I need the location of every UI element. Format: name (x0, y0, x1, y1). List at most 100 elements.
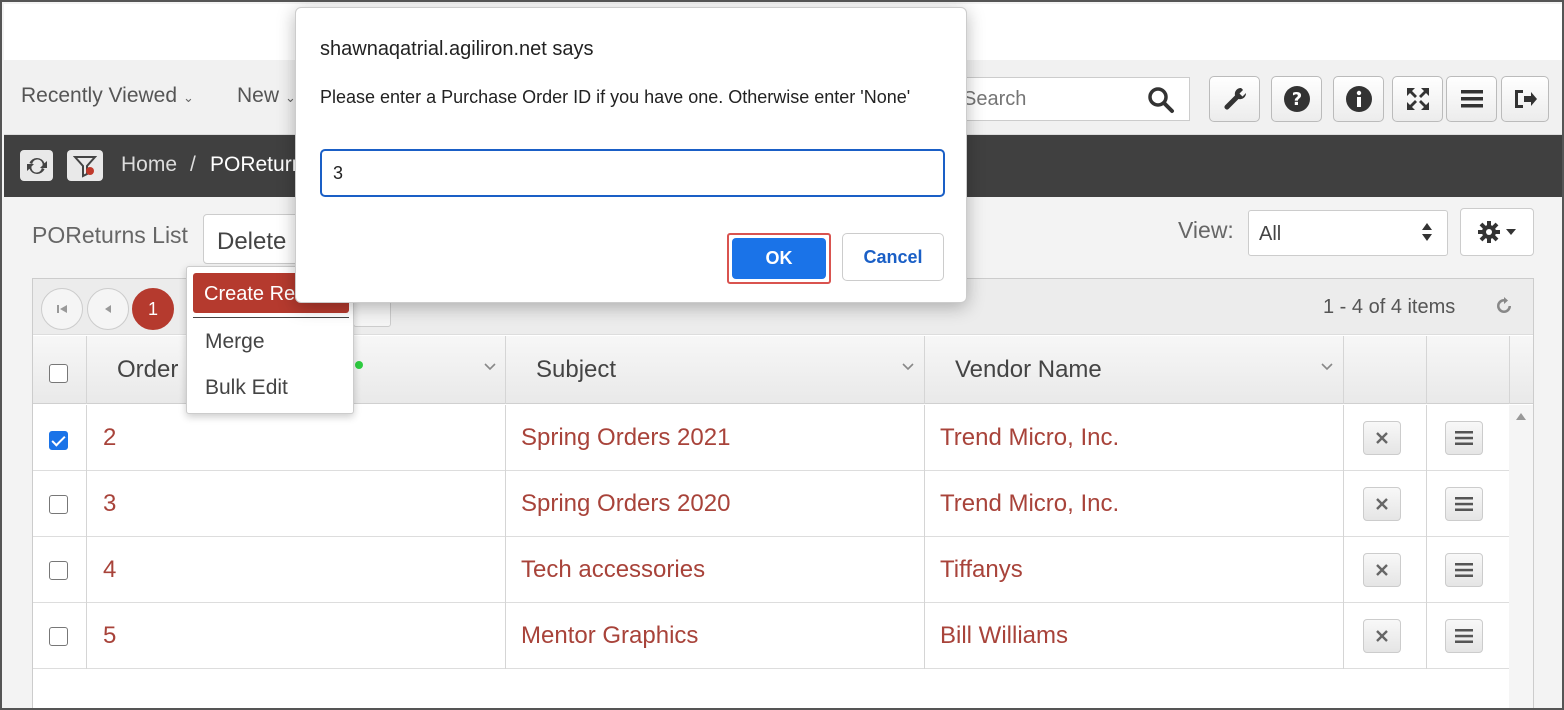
chevron-down-icon[interactable] (901, 362, 915, 372)
prev-page-button[interactable] (87, 288, 129, 330)
column-divider (86, 336, 87, 404)
search-icon[interactable] (1147, 86, 1175, 114)
chevron-down-icon[interactable] (483, 362, 497, 372)
dialog-message: Please enter a Purchase Order ID if you … (320, 87, 911, 107)
column-divider (505, 405, 506, 471)
table-row[interactable]: 4 Tech accessories Tiffanys (33, 537, 1509, 603)
row-menu-button[interactable] (1445, 487, 1483, 521)
grid-settings-button[interactable] (1460, 208, 1534, 256)
chevron-down-icon[interactable] (1320, 362, 1334, 372)
row-checkbox[interactable] (49, 431, 68, 450)
logout-button[interactable] (1501, 76, 1549, 122)
bulk-edit-menu-item[interactable]: Bulk Edit (205, 376, 288, 400)
subject-link[interactable]: Spring Orders 2021 (521, 424, 730, 452)
main-menu-button[interactable] (1446, 76, 1497, 122)
column-divider (924, 336, 925, 404)
svg-text:?: ? (1291, 89, 1301, 110)
help-button[interactable]: ? (1271, 76, 1322, 122)
view-label: View: (1178, 217, 1234, 243)
delete-row-button[interactable] (1363, 487, 1401, 521)
cancel-button[interactable]: Cancel (842, 233, 944, 281)
grid-refresh-icon[interactable] (1493, 295, 1515, 317)
ok-button[interactable]: OK (732, 238, 826, 279)
subject-link[interactable]: Mentor Graphics (521, 622, 698, 650)
view-select[interactable]: All (1248, 210, 1448, 256)
refresh-icon (26, 157, 47, 174)
gear-icon (1478, 221, 1500, 243)
subject-link[interactable]: Spring Orders 2020 (521, 490, 730, 518)
select-all-checkbox[interactable] (49, 364, 68, 383)
row-menu-button[interactable] (1445, 421, 1483, 455)
recently-viewed-label: Recently Viewed (21, 84, 178, 107)
first-page-button[interactable] (41, 288, 83, 330)
order-link[interactable]: 3 (103, 490, 116, 518)
purchase-order-id-input[interactable] (320, 149, 945, 197)
close-icon (1376, 630, 1388, 642)
column-divider (924, 537, 925, 603)
column-divider (86, 537, 87, 603)
search-input[interactable] (963, 87, 1143, 111)
refresh-button[interactable] (20, 150, 53, 181)
order-link[interactable]: 4 (103, 556, 116, 584)
vendor-link[interactable]: Trend Micro, Inc. (940, 490, 1119, 518)
column-divider (1343, 537, 1344, 603)
new-menu[interactable]: New ⌄ (237, 84, 296, 108)
column-divider (1426, 537, 1427, 603)
app-window: Recently Viewed ⌄ New⌄ ? (0, 0, 1564, 710)
recently-viewed-menu[interactable]: Recently Viewed ⌄ (21, 84, 194, 108)
order-link[interactable]: 2 (103, 424, 116, 452)
delete-row-button[interactable] (1363, 421, 1401, 455)
column-divider (924, 471, 925, 537)
wrench-icon (1224, 87, 1246, 110)
subject-link[interactable]: Tech accessories (521, 556, 705, 584)
vendor-link[interactable]: Trend Micro, Inc. (940, 424, 1119, 452)
column-divider (1426, 603, 1427, 669)
column-divider (1509, 336, 1510, 404)
info-button[interactable] (1333, 76, 1384, 122)
info-icon (1345, 86, 1372, 112)
items-summary: 1 - 4 of 4 items (1323, 296, 1456, 318)
dialog-title: shawnaqatrial.agiliron.net says (320, 38, 594, 60)
merge-menu-item[interactable]: Merge (205, 330, 265, 354)
vendor-link[interactable]: Tiffanys (940, 556, 1023, 584)
row-checkbox[interactable] (49, 495, 68, 514)
chevron-down-icon: ⌄ (183, 90, 194, 105)
status-dot (355, 361, 363, 369)
column-header-order[interactable]: Order (117, 356, 178, 384)
breadcrumb-home[interactable]: Home (121, 153, 177, 177)
row-checkbox[interactable] (49, 627, 68, 646)
column-divider (1426, 336, 1427, 404)
column-divider (1343, 336, 1344, 404)
column-divider (505, 336, 506, 404)
column-divider (1343, 471, 1344, 537)
column-divider (86, 471, 87, 537)
settings-wrench-button[interactable] (1209, 76, 1260, 122)
prompt-dialog: shawnaqatrial.agiliron.net says Please e… (295, 7, 967, 303)
table-row[interactable]: 5 Mentor Graphics Bill Williams (33, 603, 1509, 669)
filter-icon (73, 155, 97, 178)
row-menu-button[interactable] (1445, 619, 1483, 653)
row-menu-button[interactable] (1445, 553, 1483, 587)
fullscreen-icon (1406, 88, 1429, 110)
order-link[interactable]: 5 (103, 622, 116, 650)
row-checkbox[interactable] (49, 561, 68, 580)
table-row[interactable]: 3 Spring Orders 2020 Trend Micro, Inc. (33, 471, 1509, 537)
table-row[interactable]: 2 Spring Orders 2021 Trend Micro, Inc. (33, 405, 1509, 471)
column-header-subject[interactable]: Subject (536, 356, 616, 384)
scroll-up-arrow-icon[interactable] (1516, 413, 1526, 420)
delete-row-button[interactable] (1363, 553, 1401, 587)
delete-row-button[interactable] (1363, 619, 1401, 653)
logout-icon (1515, 90, 1537, 108)
page-number-button[interactable]: 1 (132, 288, 174, 330)
column-divider (86, 603, 87, 669)
breadcrumb-separator: / (190, 153, 196, 176)
updown-arrows-icon (1422, 223, 1432, 241)
column-header-vendor[interactable]: Vendor Name (955, 356, 1102, 384)
menu-divider (193, 317, 349, 318)
filter-button[interactable] (67, 150, 103, 181)
vendor-link[interactable]: Bill Williams (940, 622, 1068, 650)
fullscreen-button[interactable] (1392, 76, 1443, 122)
column-divider (1343, 603, 1344, 669)
grid-scrollbar[interactable] (1509, 405, 1533, 708)
column-divider (924, 603, 925, 669)
